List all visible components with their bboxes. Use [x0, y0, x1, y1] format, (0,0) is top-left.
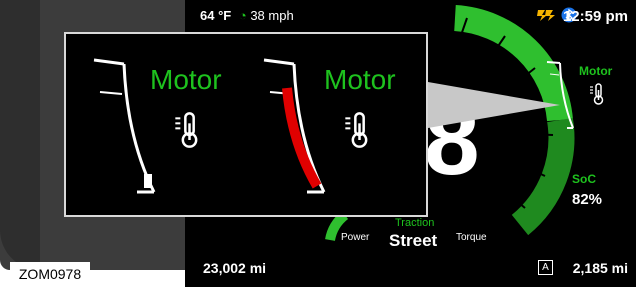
thermometer-icon [345, 112, 368, 148]
popup-gauge-right [263, 58, 326, 194]
popup-gauge-left [93, 58, 156, 194]
figure-reference-label: ZOM0978 [10, 262, 90, 287]
thermometer-icon [175, 112, 198, 148]
motor-temp-popup: Motor Motor [64, 32, 428, 217]
